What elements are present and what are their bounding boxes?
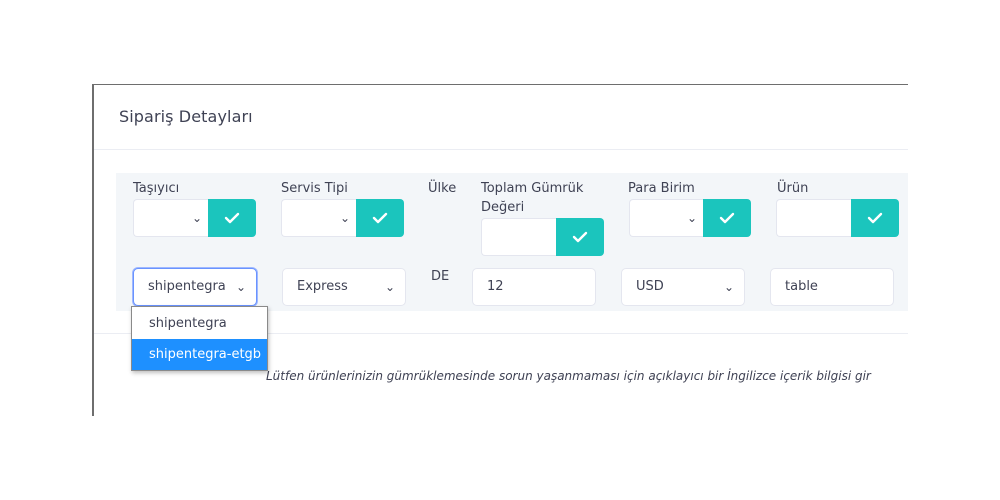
content-info-note: Lütfen ürünlerinizin gümrüklemesinde sor… [266,369,871,383]
product-filter-input[interactable] [776,199,851,237]
product-label: Ürün [777,181,809,196]
carrier-select-value: shipentegra [148,279,226,294]
check-icon [867,212,883,224]
customs-value-label-line2: Değeri [481,200,525,215]
check-icon [224,212,240,224]
product-input[interactable]: table [770,268,894,306]
currency-combo: ⌄ [629,199,751,237]
currency-label: Para Birim [628,181,695,196]
service-type-select[interactable]: Express ⌄ [282,268,406,306]
carrier-dropdown-list: shipentegra shipentegra-etgb [131,306,268,371]
currency-select[interactable]: USD ⌄ [621,268,745,306]
carrier-filter-select[interactable]: ⌄ [133,199,208,237]
product-confirm-button[interactable] [851,199,899,237]
carrier-select[interactable]: shipentegra ⌄ [133,268,257,306]
customs-value-label: Toplam Gümrük Değeri [481,179,583,217]
carrier-option-shipentegra[interactable]: shipentegra [132,308,267,339]
customs-value-input-value: 12 [487,279,504,294]
service-type-filter-select[interactable]: ⌄ [281,199,356,237]
carrier-confirm-button[interactable] [208,199,256,237]
service-type-confirm-button[interactable] [356,199,404,237]
service-type-label: Servis Tipi [281,181,348,196]
country-label: Ülke [428,181,457,196]
check-icon [719,212,735,224]
chevron-down-icon: ⌄ [235,280,246,294]
service-type-select-value: Express [297,279,348,294]
check-icon [572,231,588,243]
chevron-down-icon: ⌄ [723,280,734,294]
carrier-label: Taşıyıcı [133,181,180,196]
customs-value-input[interactable]: 12 [472,268,596,306]
chevron-down-icon: ⌄ [686,211,697,225]
currency-select-value: USD [636,279,664,294]
customs-value-combo [481,218,604,256]
header-divider [94,149,908,150]
chevron-down-icon: ⌄ [191,211,202,225]
carrier-option-shipentegra-etgb[interactable]: shipentegra-etgb [132,339,267,370]
chevron-down-icon: ⌄ [339,211,350,225]
customs-value-label-line1: Toplam Gümrük [481,181,584,196]
country-value: DE [431,269,450,284]
customs-value-filter-input[interactable] [481,218,556,256]
service-type-combo: ⌄ [281,199,404,237]
product-input-value: table [785,279,818,294]
chevron-down-icon: ⌄ [384,280,395,294]
currency-filter-select[interactable]: ⌄ [629,199,703,237]
customs-value-confirm-button[interactable] [556,218,604,256]
currency-confirm-button[interactable] [703,199,751,237]
product-combo [776,199,899,237]
check-icon [372,212,388,224]
carrier-combo: ⌄ [133,199,256,237]
card-title: Sipariş Detayları [119,107,253,126]
